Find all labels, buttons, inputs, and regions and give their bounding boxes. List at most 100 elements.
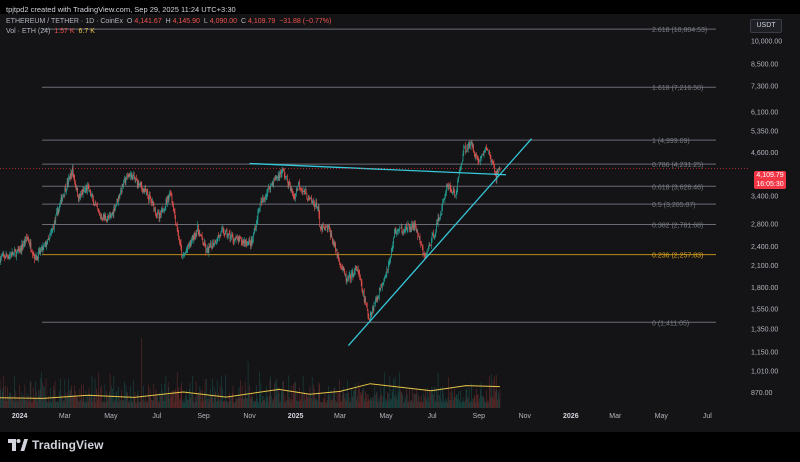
candle-body — [486, 146, 487, 150]
volume-bar — [143, 402, 145, 408]
candle-body — [12, 252, 14, 255]
candle-body — [17, 249, 18, 252]
volume-bar — [360, 395, 362, 408]
candle-body — [64, 187, 66, 196]
candle-body — [421, 243, 422, 246]
candle-body — [152, 200, 153, 203]
candle-body — [305, 190, 306, 195]
tradingview-logo[interactable]: TradingView — [8, 438, 104, 452]
volume-bar — [498, 398, 500, 408]
candle-body — [118, 195, 120, 198]
currency-button[interactable]: USDT — [750, 19, 782, 33]
candle-body — [247, 244, 248, 246]
candle-body — [366, 306, 368, 311]
candle-body — [267, 188, 268, 193]
volume-bar — [11, 400, 13, 408]
candle-body — [439, 217, 440, 220]
volume-bar — [304, 391, 305, 408]
candle-body — [262, 198, 263, 203]
candle-body — [176, 225, 178, 231]
time-axis-label: May — [104, 413, 118, 420]
volume-bar — [29, 381, 31, 408]
volume-bar — [214, 397, 216, 408]
volume-bar — [480, 389, 481, 408]
volume-bar — [211, 395, 213, 408]
volume-bar — [294, 382, 296, 408]
volume-bar — [350, 402, 351, 408]
volume-bar — [324, 394, 326, 408]
candle-body — [289, 182, 290, 186]
candle-body — [341, 265, 342, 267]
volume-bar — [133, 380, 134, 408]
candle-body — [332, 237, 333, 244]
volume-bar — [94, 378, 96, 408]
volume-bar — [265, 385, 267, 408]
candle-body — [167, 196, 168, 203]
volume-bar — [188, 399, 189, 408]
volume-bar — [461, 402, 462, 408]
candle-body — [170, 194, 172, 196]
candle-body — [83, 190, 85, 192]
candle-body — [317, 206, 318, 209]
volume-bar — [28, 395, 29, 408]
volume-bar — [232, 385, 234, 408]
candle-body — [277, 175, 279, 177]
candle-body — [352, 272, 354, 278]
candle-body — [360, 279, 362, 283]
volume-bar — [239, 397, 241, 408]
volume-bar — [347, 380, 348, 408]
candle-body — [342, 267, 344, 271]
candle-body — [29, 242, 30, 245]
candle-body — [116, 198, 118, 204]
volume-bar — [305, 394, 307, 408]
volume-bar — [237, 396, 239, 408]
volume-bar — [316, 400, 318, 408]
candle-body — [299, 181, 300, 188]
candle-body — [410, 227, 412, 231]
volume-bar — [250, 397, 251, 408]
volume-bar — [315, 397, 317, 408]
volume-bar — [398, 391, 400, 408]
candle-body — [35, 255, 36, 260]
volume-bar — [335, 400, 336, 408]
candle-body — [269, 189, 271, 190]
candle-body — [17, 249, 19, 252]
candle-body — [189, 240, 191, 246]
price-chart[interactable]: 2.618 (10,804.53) 1.618 (7,216.50) 1 (4,99… — [0, 14, 800, 432]
candle-body — [204, 242, 205, 246]
candle-body — [180, 243, 182, 248]
volume-bar — [348, 392, 349, 408]
volume-bar — [66, 396, 67, 408]
candle-body — [488, 150, 489, 151]
candle-body — [440, 214, 442, 216]
candle-body — [449, 184, 451, 189]
candle-body — [245, 241, 247, 243]
volume-bar — [371, 400, 373, 408]
candle-body — [413, 223, 415, 230]
chart-panel[interactable]: 2.618 (10,804.53) 1.618 (7,216.50) 1 (4,99… — [0, 14, 800, 432]
candle-body — [235, 237, 237, 240]
candle-body — [286, 176, 288, 182]
volume-bar — [482, 395, 483, 408]
candle-body — [429, 244, 431, 246]
candle-body — [432, 233, 434, 236]
volume-bar — [407, 402, 409, 408]
volume-bar — [436, 387, 437, 408]
candle-body — [347, 278, 348, 279]
volume-bar — [400, 389, 401, 408]
volume-bar — [332, 393, 334, 408]
candle-body — [308, 196, 309, 201]
volume-bar — [427, 388, 428, 408]
volume-bar — [161, 384, 162, 408]
volume-bar — [405, 399, 406, 408]
candle-body — [188, 244, 189, 247]
volume-bar — [477, 394, 479, 408]
candle-body — [275, 176, 277, 179]
volume-bar — [198, 392, 199, 408]
volume-bar — [449, 391, 451, 408]
time-axis-label: Mar — [59, 413, 72, 420]
volume-bar — [68, 378, 69, 408]
volume-bar — [430, 392, 431, 408]
candle-body — [151, 199, 152, 203]
candle-body — [99, 213, 100, 216]
